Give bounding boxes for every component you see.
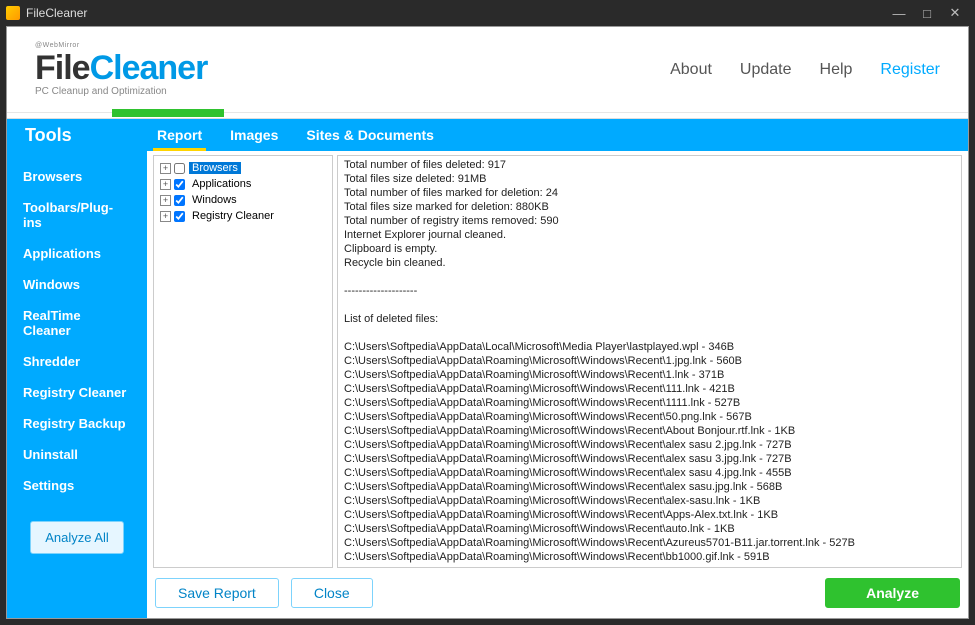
- minimize-button[interactable]: —: [885, 6, 913, 21]
- tree-node-browsers[interactable]: + Browsers: [156, 160, 330, 176]
- window-title: FileCleaner: [26, 6, 885, 20]
- sidebar: BrowsersToolbars/Plug-insApplicationsWin…: [7, 151, 147, 618]
- logo-part-cleaner: Cleaner: [90, 49, 208, 87]
- report-line: Total number of files marked for deletio…: [344, 186, 955, 200]
- report-line: C:\Users\Softpedia\AppData\Roaming\Micro…: [344, 536, 955, 550]
- analyze-button[interactable]: Analyze: [825, 578, 960, 608]
- sidebar-item-uninstall[interactable]: Uninstall: [7, 439, 147, 470]
- report-line: C:\Users\Softpedia\AppData\Roaming\Micro…: [344, 368, 955, 382]
- tree-checkbox[interactable]: [174, 163, 185, 174]
- close-button[interactable]: Close: [291, 578, 373, 608]
- sidebar-item-settings[interactable]: Settings: [7, 470, 147, 501]
- tab-images[interactable]: Images: [216, 119, 292, 151]
- report-line: C:\Users\Softpedia\AppData\Roaming\Micro…: [344, 410, 955, 424]
- report-line: C:\Users\Softpedia\AppData\Roaming\Micro…: [344, 354, 955, 368]
- report-line: C:\Users\Softpedia\AppData\Roaming\Micro…: [344, 424, 955, 438]
- sidebar-item-browsers[interactable]: Browsers: [7, 161, 147, 192]
- nav-about[interactable]: About: [670, 61, 712, 79]
- report-line: C:\Users\Softpedia\AppData\Roaming\Micro…: [344, 480, 955, 494]
- sidebar-item-toolbars-plug-ins[interactable]: Toolbars/Plug-ins: [7, 192, 147, 238]
- report-line: [344, 326, 955, 340]
- report-line: [344, 298, 955, 312]
- report-panel: Total number of files deleted: 917Total …: [337, 155, 962, 568]
- tree-node-registry-cleaner[interactable]: + Registry Cleaner: [156, 208, 330, 224]
- tree-checkbox[interactable]: [174, 211, 185, 222]
- sidebar-item-windows[interactable]: Windows: [7, 269, 147, 300]
- report-line: C:\Users\Softpedia\AppData\Roaming\Micro…: [344, 466, 955, 480]
- report-line: C:\Users\Softpedia\AppData\Roaming\Micro…: [344, 438, 955, 452]
- tree-label: Applications: [189, 178, 254, 190]
- tree-label: Windows: [189, 194, 240, 206]
- close-window-button[interactable]: ✕: [941, 5, 969, 21]
- nav-register[interactable]: Register: [880, 61, 940, 79]
- category-tree[interactable]: + Browsers + Applications + Windows + Registry …: [153, 155, 333, 568]
- report-line: [344, 270, 955, 284]
- save-report-button[interactable]: Save Report: [155, 578, 279, 608]
- report-line: C:\Users\Softpedia\AppData\Roaming\Micro…: [344, 508, 955, 522]
- report-line: C:\Users\Softpedia\AppData\Roaming\Micro…: [344, 396, 955, 410]
- sidebar-item-applications[interactable]: Applications: [7, 238, 147, 269]
- tree-checkbox[interactable]: [174, 179, 185, 190]
- tab-report[interactable]: Report: [143, 119, 216, 151]
- bottom-bar: Save Report Close Analyze: [153, 568, 962, 612]
- report-text[interactable]: Total number of files deleted: 917Total …: [338, 156, 961, 567]
- tree-node-applications[interactable]: + Applications: [156, 176, 330, 192]
- nav-help[interactable]: Help: [820, 61, 853, 79]
- sidebar-item-registry-backup[interactable]: Registry Backup: [7, 408, 147, 439]
- expand-icon[interactable]: +: [160, 195, 171, 206]
- report-line: --------------------: [344, 284, 955, 298]
- report-line: List of deleted files:: [344, 312, 955, 326]
- report-line: Total number of registry items removed: …: [344, 214, 955, 228]
- report-line: Total number of files deleted: 917: [344, 158, 955, 172]
- report-line: C:\Users\Softpedia\AppData\Roaming\Micro…: [344, 494, 955, 508]
- logo-overline: @WebMirror: [35, 42, 207, 49]
- tools-header: Tools: [25, 125, 143, 146]
- report-line: Recycle bin cleaned.: [344, 256, 955, 270]
- tree-checkbox[interactable]: [174, 195, 185, 206]
- nav-update[interactable]: Update: [740, 61, 792, 79]
- tree-label: Browsers: [189, 162, 241, 174]
- header: @WebMirror FileCleaner PC Cleanup and Op…: [7, 27, 968, 113]
- report-line: Internet Explorer journal cleaned.: [344, 228, 955, 242]
- maximize-button[interactable]: □: [913, 6, 941, 21]
- report-line: Clipboard is empty.: [344, 242, 955, 256]
- report-line: C:\Users\Softpedia\AppData\Roaming\Micro…: [344, 382, 955, 396]
- tab-bar: Tools ReportImagesSites & Documents: [7, 119, 968, 151]
- expand-icon[interactable]: +: [160, 211, 171, 222]
- report-line: Total files size marked for deletion: 88…: [344, 200, 955, 214]
- report-line: C:\Users\Softpedia\AppData\Local\Microso…: [344, 340, 955, 354]
- tab-sites[interactable]: Sites & Documents: [292, 119, 448, 151]
- logo-subtitle: PC Cleanup and Optimization: [35, 86, 207, 97]
- expand-icon[interactable]: +: [160, 163, 171, 174]
- report-line: C:\Users\Softpedia\AppData\Roaming\Micro…: [344, 522, 955, 536]
- sidebar-item-shredder[interactable]: Shredder: [7, 346, 147, 377]
- logo-part-file: File: [35, 49, 90, 87]
- report-line: C:\Users\Softpedia\AppData\Roaming\Micro…: [344, 550, 955, 564]
- report-line: C:\Users\Softpedia\AppData\Roaming\Micro…: [344, 452, 955, 466]
- analyze-all-button[interactable]: Analyze All: [30, 521, 124, 554]
- logo: @WebMirror FileCleaner PC Cleanup and Op…: [35, 42, 207, 97]
- titlebar: FileCleaner — □ ✕: [0, 0, 975, 26]
- report-line: Total files size deleted: 91MB: [344, 172, 955, 186]
- expand-icon[interactable]: +: [160, 179, 171, 190]
- sidebar-item-registry-cleaner[interactable]: Registry Cleaner: [7, 377, 147, 408]
- sidebar-item-realtime-cleaner[interactable]: RealTime Cleaner: [7, 300, 147, 346]
- tree-label: Registry Cleaner: [189, 210, 277, 222]
- tree-node-windows[interactable]: + Windows: [156, 192, 330, 208]
- app-icon: [6, 6, 20, 20]
